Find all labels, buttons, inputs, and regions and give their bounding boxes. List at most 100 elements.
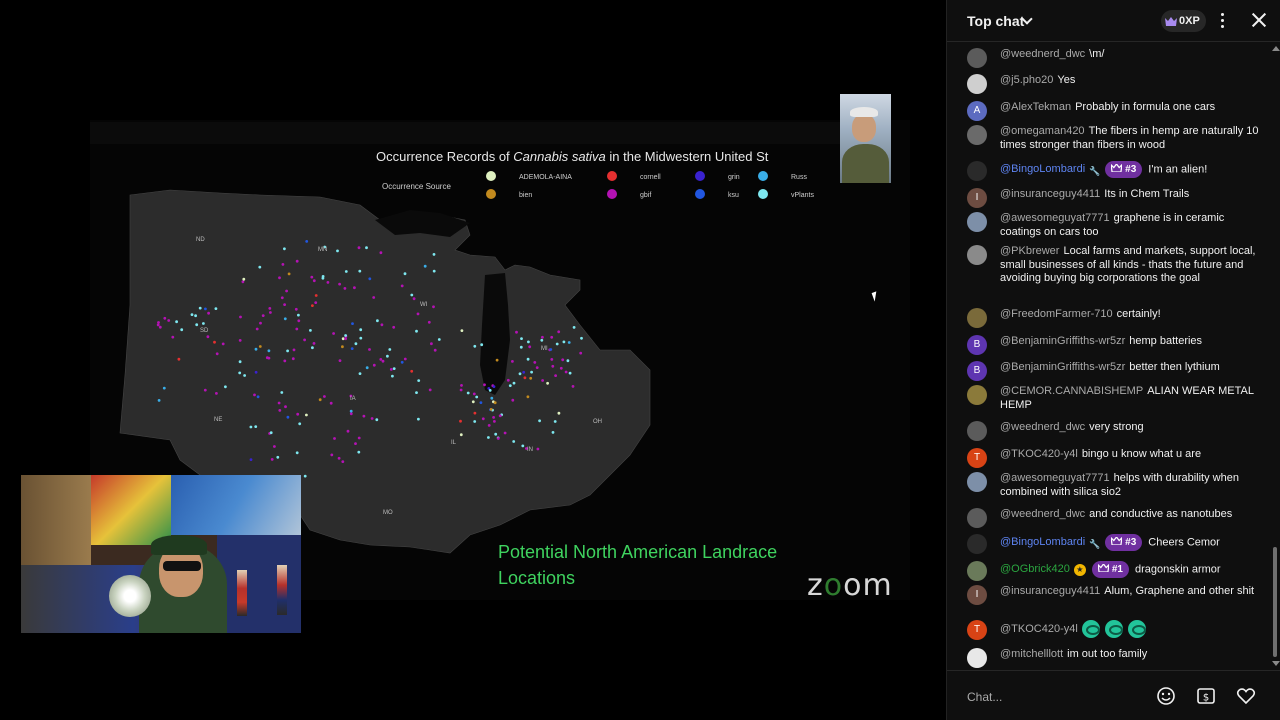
- chat-author[interactable]: @omegaman420: [1000, 125, 1085, 137]
- avatar[interactable]: [967, 212, 987, 232]
- avatar[interactable]: B: [967, 361, 987, 381]
- scroll-thumb[interactable]: [1273, 547, 1277, 657]
- occurrence-point: [314, 301, 318, 304]
- occurrence-point: [241, 280, 245, 284]
- chat-author[interactable]: @TKOC420-y4l: [1000, 623, 1078, 635]
- chat-mode-selector[interactable]: Top chat: [967, 13, 1024, 29]
- occurrence-point: [417, 417, 420, 421]
- chat-author[interactable]: @CEMOR.CANNABISHEMP: [1000, 385, 1143, 397]
- avatar[interactable]: [967, 245, 987, 265]
- occurrence-point: [254, 370, 258, 374]
- occurrence-point: [283, 247, 286, 251]
- occurrence-point: [493, 420, 496, 423]
- chat-author[interactable]: @AlexTekman: [1000, 101, 1071, 113]
- occurrence-point: [329, 401, 333, 405]
- avatar[interactable]: I: [967, 188, 987, 208]
- chat-author[interactable]: @mitchelllott: [1000, 648, 1063, 660]
- scroll-up-icon[interactable]: [1272, 46, 1280, 51]
- chat-author[interactable]: @awesomeguyat7771: [1000, 212, 1110, 224]
- occurrence-point: [357, 450, 361, 454]
- scroll-down-icon[interactable]: [1272, 661, 1280, 666]
- occurrence-point: [180, 328, 184, 332]
- stream-viewer: Occurrence Records of Cannabis sativa in…: [0, 0, 1280, 720]
- chat-author[interactable]: @BingoLombardi: [1000, 536, 1085, 548]
- chat-author[interactable]: @FreedomFarmer-710: [1000, 308, 1113, 320]
- avatar[interactable]: [967, 385, 987, 405]
- chat-author[interactable]: @BenjaminGriffiths-wr5zr: [1000, 361, 1125, 373]
- chat-message-body: @TKOC420-y4l bingo u know what u are: [1000, 448, 1262, 462]
- occurrence-point: [496, 437, 500, 440]
- avatar[interactable]: [967, 472, 987, 492]
- occurrence-point: [555, 342, 559, 346]
- chat-input-bar: $: [947, 670, 1280, 720]
- chat-author[interactable]: @j5.pho20: [1000, 74, 1053, 86]
- chat-author[interactable]: @PKbrewer: [1000, 245, 1059, 257]
- avatar[interactable]: [967, 308, 987, 328]
- avatar[interactable]: [967, 161, 987, 181]
- avatar[interactable]: A: [967, 101, 987, 121]
- occurrence-point: [295, 451, 299, 455]
- chat-author[interactable]: @BingoLombardi: [1000, 163, 1085, 175]
- occurrence-point: [249, 425, 253, 429]
- avatar[interactable]: B: [967, 335, 987, 355]
- occurrence-point: [410, 293, 414, 297]
- legend-label: Russ: [791, 174, 807, 181]
- occurrence-point: [358, 269, 362, 273]
- chat-scrollbar[interactable]: [1269, 42, 1280, 670]
- chat-author[interactable]: @awesomeguyat7771: [1000, 472, 1110, 484]
- avatar[interactable]: T: [967, 620, 987, 640]
- video-player[interactable]: Occurrence Records of Cannabis sativa in…: [0, 0, 946, 720]
- avatar[interactable]: [967, 534, 987, 554]
- chat-author[interactable]: @weednerd_dwc: [1000, 48, 1085, 60]
- avatar[interactable]: T: [967, 448, 987, 468]
- chat-author[interactable]: @weednerd_dwc: [1000, 508, 1085, 520]
- occurrence-point: [207, 311, 210, 315]
- occurrence-point: [283, 317, 287, 321]
- chat-message-list[interactable]: @weednerd_dwc \m/ @j5.pho20 Yes A @AlexTekman…: [947, 42, 1269, 670]
- state-label-nd: ND: [196, 237, 205, 243]
- avatar[interactable]: [967, 125, 987, 145]
- occurrence-point: [437, 338, 441, 341]
- chat-author[interactable]: @TKOC420-y4l: [1000, 448, 1078, 460]
- heart-icon[interactable]: [1235, 685, 1257, 707]
- avatar[interactable]: [967, 421, 987, 441]
- chat-author[interactable]: @insuranceguy4411: [1000, 585, 1100, 597]
- occurrence-point: [238, 360, 242, 364]
- occurrence-point: [430, 342, 433, 346]
- avatar[interactable]: [967, 648, 987, 668]
- occurrence-point: [495, 358, 499, 362]
- emoji-icon[interactable]: [1155, 685, 1177, 707]
- chat-message-text: and conductive as nanotubes: [1089, 508, 1233, 520]
- state-label-in: IN: [527, 447, 533, 453]
- super-chat-icon[interactable]: $: [1195, 685, 1217, 707]
- chat-message-body: @weednerd_dwc and conductive as nanotubes: [1000, 508, 1262, 522]
- chat-author[interactable]: @OGbrick420: [1000, 563, 1070, 575]
- avatar[interactable]: [967, 74, 987, 94]
- avatar[interactable]: [967, 48, 987, 68]
- chat-author[interactable]: @insuranceguy4411: [1000, 188, 1100, 200]
- avatar[interactable]: I: [967, 585, 987, 605]
- occurrence-point: [492, 416, 495, 419]
- avatar[interactable]: [967, 508, 987, 528]
- chat-input[interactable]: [967, 684, 1163, 710]
- occurrence-point: [553, 420, 557, 423]
- close-icon[interactable]: [1251, 12, 1267, 28]
- chat-author[interactable]: @BenjaminGriffiths-wr5zr: [1000, 335, 1125, 347]
- occurrence-point: [473, 344, 477, 348]
- state-label-oh: OH: [593, 419, 602, 425]
- occurrence-point: [158, 325, 162, 329]
- occurrence-point: [215, 352, 219, 356]
- rank-badge-label: #1: [1111, 564, 1123, 575]
- occurrence-point: [332, 332, 335, 335]
- occurrence-point: [368, 348, 371, 351]
- occurrence-point: [526, 395, 530, 399]
- occurrence-point: [273, 445, 276, 448]
- occurrence-point: [163, 316, 167, 320]
- avatar[interactable]: [967, 561, 987, 581]
- occurrence-point: [580, 336, 583, 340]
- xp-badge-button[interactable]: 0XP: [1161, 10, 1206, 32]
- chat-author[interactable]: @weednerd_dwc: [1000, 421, 1085, 433]
- occurrence-point: [359, 328, 363, 332]
- rank-badge-label: #3: [1125, 537, 1137, 548]
- more-options-icon[interactable]: [1221, 13, 1225, 29]
